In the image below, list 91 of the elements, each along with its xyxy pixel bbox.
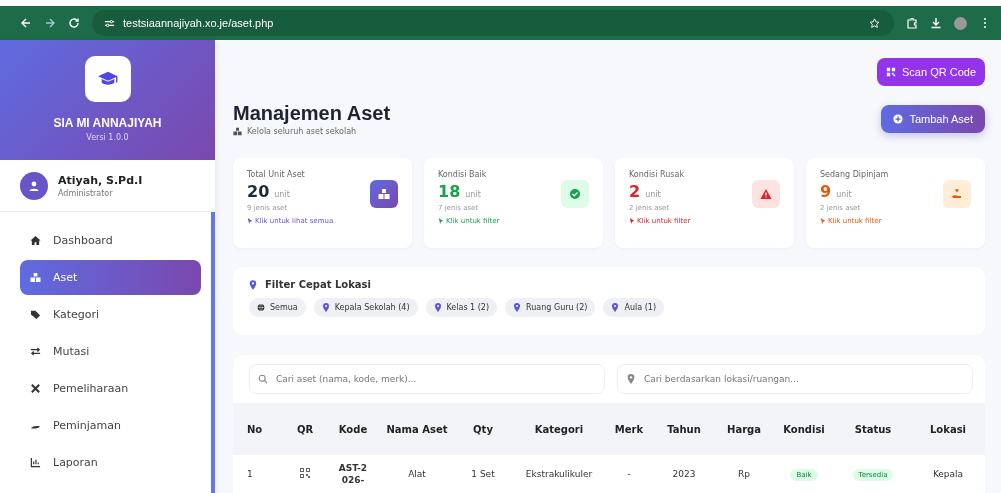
stat-unit: unit	[836, 190, 852, 199]
sidebar-item[interactable]: Laporan	[20, 445, 201, 480]
user-name: Atiyah, S.Pd.I	[58, 173, 143, 187]
stat-unit: unit	[465, 190, 481, 199]
table-cell-text: 1	[247, 468, 254, 480]
warning-icon	[760, 188, 772, 200]
boxes-icon	[30, 272, 41, 283]
table-cell-text: 1 Set	[470, 468, 496, 480]
page-title: Manajemen Aset	[233, 102, 391, 125]
column-header: Qty	[472, 423, 494, 435]
plus-circle-icon	[893, 114, 904, 124]
sidebar-item[interactable]: Dashboard	[20, 223, 201, 258]
cursor-icon	[629, 218, 635, 224]
home-icon	[30, 235, 41, 246]
stat-unit: unit	[274, 190, 290, 199]
column-header: Harga	[726, 423, 762, 435]
reload-icon[interactable]	[68, 17, 80, 29]
search-field[interactable]: Cari aset (nama, kode, merk)...	[249, 364, 605, 394]
table-cell-text: Ekstrakulikuler	[524, 468, 594, 480]
column-header: Kode	[337, 423, 369, 435]
column-header: QR	[295, 423, 315, 435]
app-name: SIA MI ANNAJIYAH	[53, 116, 162, 130]
location-pin-icon	[513, 303, 522, 312]
stat-value: 2	[629, 182, 641, 201]
page-subtitle: Kelola seluruh aset sekolah	[247, 127, 357, 136]
site-settings-icon[interactable]	[104, 17, 115, 29]
column-header: No	[247, 423, 264, 435]
stat-label: Sedang Dipinjam	[820, 170, 889, 179]
cursor-icon	[820, 218, 826, 224]
scrollbar[interactable]	[211, 212, 215, 493]
qr-code-icon[interactable]	[299, 466, 311, 479]
cursor-icon	[247, 218, 253, 224]
chart-icon	[30, 457, 41, 468]
location-pin-icon	[321, 303, 330, 312]
stat-value: 20	[247, 182, 270, 201]
column-header: Kondisi	[782, 423, 826, 435]
column-header: Status	[853, 423, 893, 435]
globe-icon	[257, 303, 265, 312]
boxes-icon	[233, 127, 242, 136]
search-icon	[258, 374, 268, 384]
location-chip[interactable]: Semua	[249, 298, 306, 317]
user-role: Administrator	[58, 188, 114, 198]
location-chip[interactable]: Kepala Sekolah (4)	[313, 298, 418, 317]
sidebar-item[interactable]: Mutasi	[20, 334, 201, 369]
location-chip[interactable]: Ruang Guru (2)	[505, 298, 596, 317]
column-header: Lokasi	[929, 423, 967, 435]
scan-qr-button[interactable]: Scan QR Code	[877, 58, 985, 86]
star-icon[interactable]	[869, 17, 880, 29]
stat-label: Total Unit Aset	[247, 170, 306, 179]
table-cell-text: 2023	[671, 468, 697, 480]
stat-label: Kondisi Rusak	[629, 170, 686, 179]
location-pin-icon	[611, 303, 620, 312]
table-cell: AST-2026-	[338, 462, 368, 486]
column-header: Tahun	[666, 423, 702, 435]
location-pin-icon	[249, 279, 257, 290]
stat-unit: unit	[645, 190, 661, 199]
sidebar-item[interactable]: Pemeliharaan	[20, 371, 201, 406]
back-icon[interactable]	[20, 17, 32, 29]
filter-title: Filter Cepat Lokasi	[265, 279, 371, 290]
table-cell-text: -	[626, 468, 632, 480]
sidebar-item[interactable]: Aset	[20, 260, 201, 295]
hand-holding-icon	[951, 188, 963, 200]
location-search-field[interactable]: Cari berdasarkan lokasi/ruangan...	[617, 364, 973, 394]
user-avatar	[20, 171, 48, 200]
sidebar-item[interactable]: Kategori	[20, 297, 201, 332]
forward-icon[interactable]	[44, 17, 56, 29]
stat-label: Kondisi Baik	[438, 170, 488, 179]
location-chip[interactable]: Aula (1)	[603, 298, 664, 317]
column-header: Merk	[613, 423, 645, 435]
extension-icon[interactable]	[906, 17, 918, 29]
graduation-cap-icon	[96, 70, 119, 88]
stat-value: 9	[820, 182, 832, 201]
sidebar-item[interactable]: Peminjaman	[20, 408, 201, 443]
tag-icon	[30, 309, 41, 320]
qr-code-icon	[886, 67, 896, 77]
table-cell-text: Alat	[407, 468, 427, 480]
location-chip[interactable]: Kelas 1 (2)	[425, 298, 498, 317]
boxes-icon	[378, 188, 390, 200]
download-icon[interactable]	[930, 17, 942, 29]
table-cell-text: Rp	[737, 468, 751, 480]
app-version: Versi 1.0.0	[86, 133, 129, 142]
check-circle-icon	[569, 188, 581, 200]
location-pin-icon	[433, 303, 442, 312]
add-asset-button[interactable]: Tambah Aset	[881, 105, 985, 133]
column-header: Kategori	[533, 423, 585, 435]
column-header: Nama Aset	[385, 423, 449, 435]
stat-value: 18	[438, 182, 461, 201]
cursor-icon	[438, 218, 444, 224]
table-cell-text: Kepala	[931, 468, 965, 480]
transfer-icon	[30, 346, 41, 357]
location-pin-icon	[626, 374, 636, 384]
